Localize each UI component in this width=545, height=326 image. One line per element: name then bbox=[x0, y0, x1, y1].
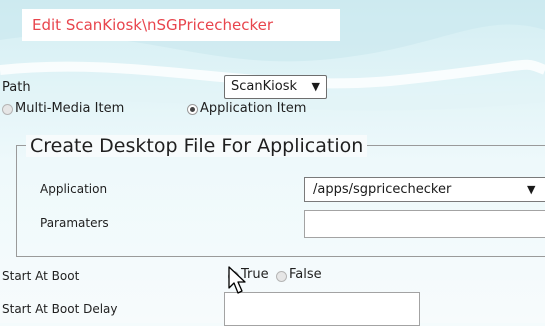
create-desktop-file-legend: Create Desktop File For Application bbox=[26, 135, 368, 157]
path-select-value: ScanKiosk bbox=[231, 79, 297, 94]
window-title: Edit ScanKiosk\nSGPricechecker bbox=[22, 9, 340, 41]
mouse-pointer-icon bbox=[228, 266, 246, 294]
radio-multi-media-item[interactable] bbox=[2, 104, 13, 115]
path-label: Path bbox=[2, 80, 31, 95]
parameters-label: Paramaters bbox=[40, 216, 109, 230]
parameters-input[interactable] bbox=[304, 210, 545, 238]
application-select-value: /apps/sgpricechecker bbox=[313, 182, 452, 197]
application-select[interactable]: /apps/sgpricechecker ▼ bbox=[304, 177, 545, 202]
start-at-boot-label: Start At Boot bbox=[2, 269, 80, 283]
radio-start-at-boot-false[interactable] bbox=[276, 271, 287, 282]
chevron-down-icon: ▼ bbox=[527, 183, 536, 196]
radio-multi-media-item-label: Multi-Media Item bbox=[15, 101, 125, 116]
radio-application-item[interactable] bbox=[187, 104, 198, 115]
radio-start-at-boot-false-label: False bbox=[289, 267, 322, 282]
radio-application-item-label: Application Item bbox=[200, 101, 307, 116]
start-at-boot-delay-label: Start At Boot Delay bbox=[2, 302, 118, 316]
application-label: Application bbox=[40, 182, 108, 196]
path-select[interactable]: ScanKiosk ▼ bbox=[224, 75, 327, 99]
chevron-down-icon: ▼ bbox=[311, 80, 320, 93]
start-at-boot-delay-input[interactable] bbox=[224, 292, 420, 326]
